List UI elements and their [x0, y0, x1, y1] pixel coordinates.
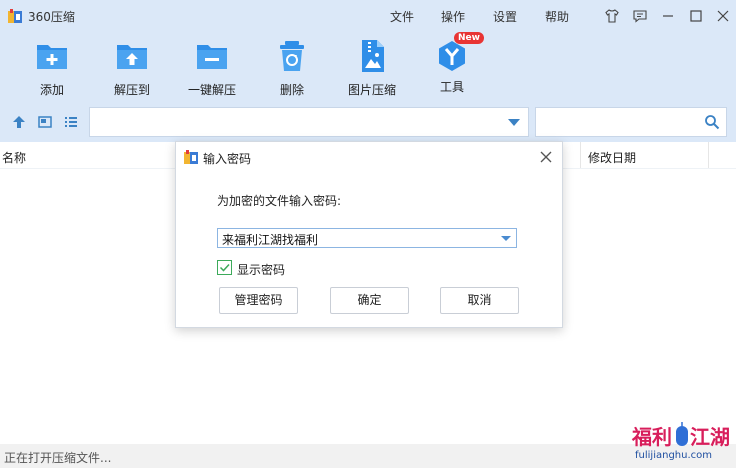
add-label: 添加: [39, 83, 64, 97]
address-bar: [0, 102, 736, 142]
add-button[interactable]: 添加: [12, 38, 92, 98]
thumbnail-view-icon[interactable]: [37, 114, 53, 130]
password-value: 来福利江湖找福利: [222, 233, 319, 247]
new-badge: New: [454, 32, 484, 44]
column-separator[interactable]: [708, 142, 709, 168]
one-click-extract-label: 一键解压: [187, 83, 236, 97]
extract-to-label: 解压到: [113, 83, 150, 97]
extract-to-icon: [117, 45, 147, 69]
watermark-url: fulijianghu.com: [635, 450, 712, 461]
delete-label: 删除: [279, 83, 304, 97]
add-folder-icon: [37, 45, 67, 69]
svg-text:江湖: 江湖: [690, 425, 730, 449]
menu-settings[interactable]: 设置: [493, 8, 517, 25]
close-button[interactable]: [713, 6, 733, 26]
archive-icon: [184, 150, 198, 164]
column-modified[interactable]: 修改日期: [588, 149, 636, 166]
manage-passwords-button[interactable]: 管理密码: [219, 287, 298, 314]
password-combobox[interactable]: 来福利江湖找福利: [217, 228, 517, 248]
main-toolbar: 添加 解压到 一键解压 删除 图片压缩 New 工具: [0, 32, 736, 102]
image-compress-label: 图片压缩: [347, 83, 396, 97]
minimize-button[interactable]: [658, 6, 678, 26]
password-prompt: 为加密的文件输入密码:: [217, 194, 342, 208]
dialog-title-bar[interactable]: 输入密码: [176, 142, 562, 172]
close-icon: [717, 10, 729, 22]
minimize-icon: [663, 15, 673, 17]
app-title: 360压缩: [28, 10, 75, 24]
status-text: 正在打开压缩文件...: [4, 451, 112, 465]
password-dropdown-arrow-icon[interactable]: [501, 236, 511, 241]
shirt-icon: [605, 9, 619, 23]
tools-button[interactable]: New 工具: [412, 32, 492, 98]
image-compress-button[interactable]: 图片压缩: [332, 38, 412, 98]
cancel-button[interactable]: 取消: [440, 287, 519, 314]
menu-actions[interactable]: 操作: [441, 8, 465, 25]
watermark-logo: 福利 江湖 fulijianghu.com: [630, 420, 734, 466]
one-click-extract-button[interactable]: 一键解压: [172, 38, 252, 98]
extract-to-button[interactable]: 解压到: [92, 38, 172, 98]
tools-label: 工具: [439, 80, 464, 94]
show-password-checkbox[interactable]: [217, 260, 232, 275]
dialog-close-icon[interactable]: [537, 148, 555, 166]
title-bar: 360压缩 文件 操作 设置 帮助: [0, 0, 736, 32]
search-icon[interactable]: [704, 114, 720, 130]
maximize-button[interactable]: [686, 6, 706, 26]
message-icon: [633, 10, 647, 23]
column-separator[interactable]: [580, 142, 581, 168]
search-input[interactable]: [535, 107, 727, 137]
password-dialog: 输入密码 为加密的文件输入密码: 来福利江湖找福利 显示密码 管理密码 确定 取…: [175, 141, 563, 328]
menu-file[interactable]: 文件: [390, 8, 414, 25]
menu-help[interactable]: 帮助: [545, 8, 569, 25]
path-input[interactable]: [89, 107, 529, 137]
skin-button[interactable]: [602, 6, 622, 26]
dialog-title: 输入密码: [203, 152, 252, 166]
app-logo-icon: [8, 9, 22, 23]
list-view-icon[interactable]: [63, 114, 79, 130]
column-name[interactable]: 名称: [2, 149, 26, 166]
ok-button[interactable]: 确定: [330, 287, 409, 314]
one-click-extract-icon: [197, 45, 227, 69]
up-arrow-icon[interactable]: [11, 114, 27, 130]
show-password-label[interactable]: 显示密码: [237, 261, 285, 278]
delete-icon: [280, 41, 304, 71]
maximize-icon: [690, 10, 702, 22]
checkmark-icon: [219, 263, 230, 272]
feedback-button[interactable]: [630, 6, 650, 26]
delete-button[interactable]: 删除: [252, 38, 332, 98]
status-bar: 正在打开压缩文件...: [0, 444, 736, 468]
path-dropdown-arrow-icon[interactable]: [508, 119, 520, 126]
image-compress-icon: [362, 40, 384, 72]
svg-text:福利: 福利: [631, 425, 672, 449]
